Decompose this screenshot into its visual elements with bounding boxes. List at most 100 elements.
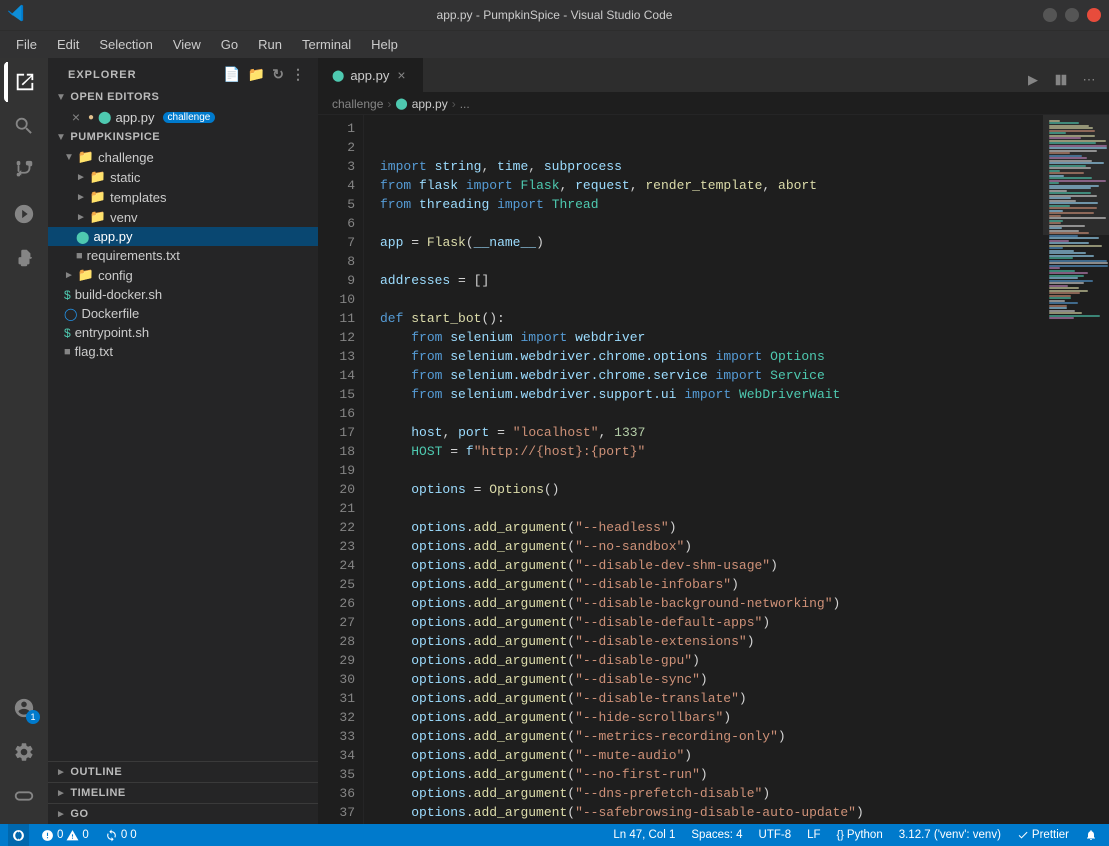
tree-folder-config[interactable]: ► 📁 config [48,265,318,285]
status-sync[interactable]: 0 0 [101,824,141,846]
refresh-icon[interactable]: ↻ [272,66,285,83]
timeline-header[interactable]: ► TIMELINE [48,783,318,803]
status-remote[interactable] [8,824,29,846]
status-python-version[interactable]: 3.12.7 ('venv': venv) [895,824,1005,846]
status-bell[interactable] [1081,824,1101,846]
activity-source-control[interactable] [4,150,44,190]
formatter-name: Prettier [1032,829,1069,841]
tab-apppy[interactable]: ⬤ app.py × [318,58,423,92]
file-label: app.py [93,229,132,244]
menu-go[interactable]: Go [213,34,246,55]
code-line-15: host, port = "localhost", 1337 [380,423,1043,442]
code-line-12: from selenium.webdriver.chrome.service i… [380,366,1043,385]
code-line-35: options.add_argument("--safebrowsing-dis… [380,803,1043,822]
new-file-icon[interactable]: 📄 [223,66,241,83]
new-folder-icon[interactable]: 📁 [248,66,266,83]
menu-selection[interactable]: Selection [91,34,160,55]
line-num-14: 14 [332,366,355,385]
status-encoding[interactable]: UTF-8 [755,824,796,846]
line-num-22: 22 [332,518,355,537]
activity-search[interactable] [4,106,44,146]
activity-settings[interactable] [4,732,44,772]
pumpkinspice-chevron: ▼ [56,132,66,143]
activity-run-debug[interactable] [4,194,44,234]
tree-folder-templates[interactable]: ► 📁 templates [48,187,318,207]
status-line-ending[interactable]: LF [803,824,824,846]
breadcrumb-challenge[interactable]: challenge [332,97,383,111]
line-num-26: 26 [332,594,355,613]
minimize-button[interactable] [1043,8,1057,22]
breadcrumb-file-icon: ⬤ [395,97,407,110]
tree-file-build-docker[interactable]: $ build-docker.sh [48,285,318,304]
menu-view[interactable]: View [165,34,209,55]
line-num-11: 11 [332,309,355,328]
line-num-34: 34 [332,746,355,765]
maximize-button[interactable] [1065,8,1079,22]
window-controls [1043,8,1101,22]
tree-file-entrypoint[interactable]: $ entrypoint.sh [48,323,318,342]
tab-close-button[interactable]: × [395,66,407,84]
status-formatter[interactable]: Prettier [1013,824,1073,846]
line-numbers: 1234567891011121314151617181920212223242… [318,115,364,824]
code-line-26: options.add_argument("--disable-extensio… [380,632,1043,651]
menu-edit[interactable]: Edit [49,34,87,55]
activity-explorer[interactable] [4,62,44,102]
tab-bar-actions: ▶ ⋯ [1021,68,1109,92]
txt-file-icon: ■ [76,250,83,262]
code-line-30: options.add_argument("--hide-scrollbars"… [380,708,1043,727]
vscode-logo-icon [8,4,26,27]
line-num-25: 25 [332,575,355,594]
python-tab-icon: ⬤ [332,69,344,82]
menu-help[interactable]: Help [363,34,406,55]
go-header[interactable]: ► GO [48,804,318,824]
code-line-10: from selenium import webdriver [380,328,1043,347]
open-editor-item-apppy[interactable]: × ● ⬤ app.py challenge [48,107,318,127]
tree-file-apppy[interactable]: ⬤ app.py [48,227,318,246]
status-language[interactable]: {} Python [833,824,887,846]
account-badge: 1 [26,710,40,724]
menu-file[interactable]: File [8,34,45,55]
code-editor[interactable]: 1234567891011121314151617181920212223242… [318,115,1043,824]
activity-extensions[interactable] [4,238,44,278]
tree-folder-venv[interactable]: ► 📁 venv [48,207,318,227]
run-button[interactable]: ▶ [1021,68,1045,92]
activity-remote[interactable] [4,776,44,816]
tree-file-flag[interactable]: ■ flag.txt [48,342,318,361]
code-content[interactable]: import string, time, subprocessfrom flas… [364,115,1043,824]
line-num-17: 17 [332,423,355,442]
code-line-28: options.add_argument("--disable-sync") [380,670,1043,689]
open-editors-label: OPEN EDITORS [70,91,159,103]
file-encoding: UTF-8 [759,829,792,841]
tree-file-requirements[interactable]: ■ requirements.txt [48,246,318,265]
warning-count: 0 [82,829,88,841]
close-editor-icon[interactable]: × [68,109,84,125]
error-count: 0 [57,829,63,841]
status-errors[interactable]: 0 0 [37,824,93,846]
breadcrumb-ellipsis[interactable]: ... [460,97,470,111]
tree-file-dockerfile[interactable]: ◯ Dockerfile [48,304,318,323]
python-version: 3.12.7 ('venv': venv) [899,829,1001,841]
outline-header[interactable]: ► OUTLINE [48,762,318,782]
line-num-12: 12 [332,328,355,347]
activity-bottom-area: 1 [4,688,44,824]
more-actions-button[interactable]: ⋯ [1077,68,1101,92]
status-position[interactable]: Ln 47, Col 1 [609,824,679,846]
breadcrumb-apppy[interactable]: app.py [412,97,448,111]
go-label: GO [70,808,88,820]
line-num-35: 35 [332,765,355,784]
tree-folder-static[interactable]: ► 📁 static [48,167,318,187]
open-editors-header[interactable]: ▼ OPEN EDITORS [48,87,318,107]
status-spaces[interactable]: Spaces: 4 [687,824,746,846]
line-num-28: 28 [332,632,355,651]
code-line-33: options.add_argument("--no-first-run") [380,765,1043,784]
menu-run[interactable]: Run [250,34,290,55]
tree-folder-challenge[interactable]: ▼ 📁 challenge [48,147,318,167]
activity-account[interactable]: 1 [4,688,44,728]
code-line-13: from selenium.webdriver.support.ui impor… [380,385,1043,404]
menu-terminal[interactable]: Terminal [294,34,359,55]
close-button[interactable] [1087,8,1101,22]
line-num-32: 32 [332,708,355,727]
pumpkinspice-header[interactable]: ▼ PUMPKINSPICE [48,127,318,147]
collapse-icon[interactable]: ⋮ [291,66,306,83]
split-editor-button[interactable] [1049,68,1073,92]
